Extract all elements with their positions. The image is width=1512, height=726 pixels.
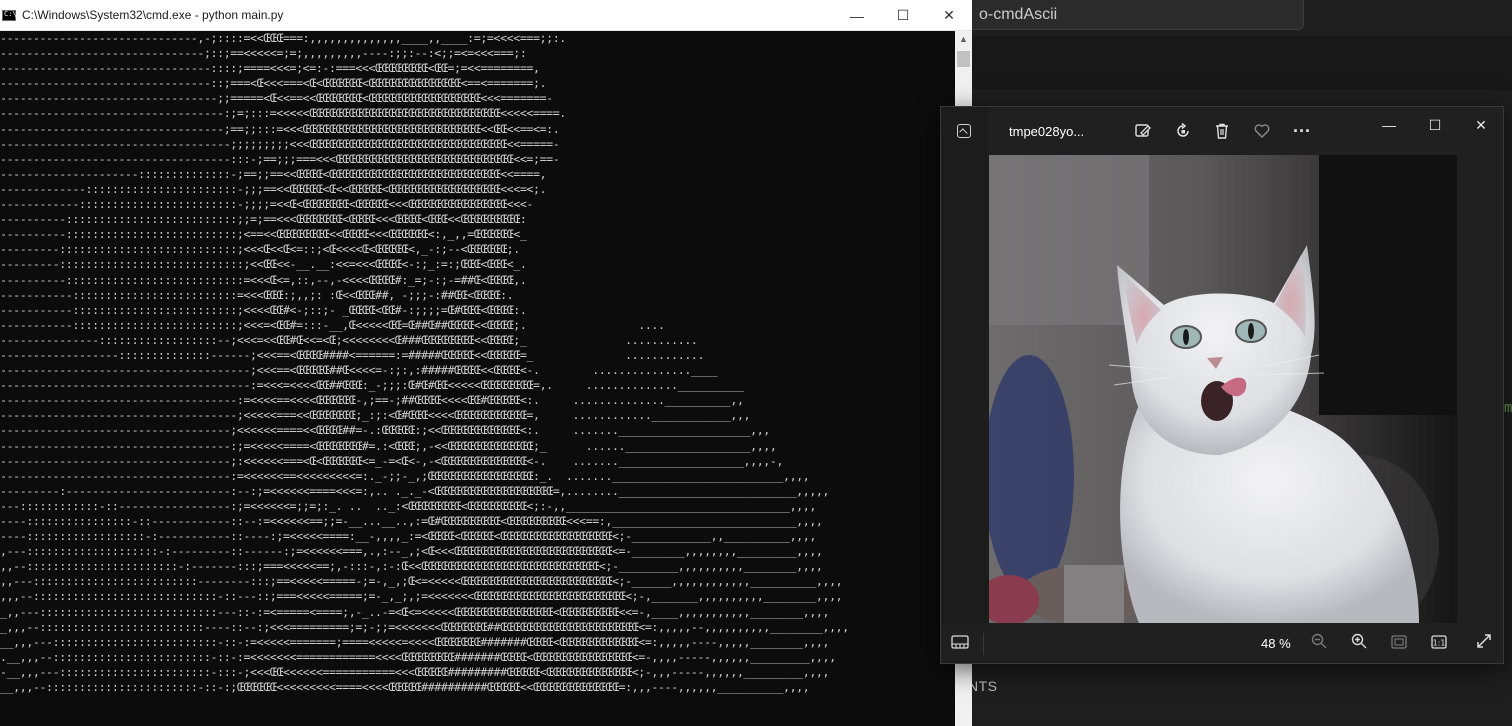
- panel-label: NTS: [968, 678, 998, 694]
- console-line: ---------------::::::::::::::::::--;<<<=…: [0, 332, 698, 347]
- toolbar-divider: [983, 633, 984, 655]
- console-line: ,,--:::::::::::::::::::::::-:-------:::;…: [0, 559, 823, 574]
- minimize-button[interactable]: —: [834, 0, 880, 31]
- cat-photo-illustration: [989, 155, 1457, 623]
- cmd-window-title: C:\Windows\System32\cmd.exe - python mai…: [22, 8, 284, 22]
- console-line: ----------------------------------:;=;::…: [0, 106, 566, 121]
- console-line: -------------:::::::::::::::::::::::-;;;…: [0, 181, 547, 196]
- favorite-heart-icon[interactable]: [1250, 119, 1274, 143]
- search-text: o-cmdAscii: [979, 6, 1058, 23]
- console-line: -----------------------------------:::-;…: [0, 151, 560, 166]
- console-line: -----------:::::::::::::::::::::::::;<<<…: [0, 302, 527, 317]
- console-line: -----------------------------------;<<<<…: [0, 423, 770, 438]
- console-line: ---------:-------------------------:--:;…: [0, 483, 830, 498]
- console-line: ----::::::::::::::::-::------------::--:…: [0, 514, 823, 528]
- console-line: __,,,--:::::::::::::::::::::::-::-:;ŒŒŒŒ…: [0, 680, 810, 695]
- console-line: _,,,--:::::::::::::::::::::::::----::--:…: [0, 619, 849, 634]
- photos-minimize-button[interactable]: —: [1366, 111, 1412, 139]
- console-line: -----------------------------------;;;;;…: [0, 136, 560, 151]
- delete-icon[interactable]: [1210, 119, 1234, 143]
- console-line: ------------------------------------:=<<…: [0, 393, 744, 408]
- close-button[interactable]: ✕: [926, 0, 972, 31]
- console-line: ---------------------------------;;=====…: [0, 91, 553, 106]
- console-line: ---------:::::::::::::::::::::::::::;<<<…: [0, 242, 520, 257]
- fit-to-window-icon[interactable]: [1388, 633, 1410, 655]
- console-line: -----------:::::::::::::::::::::::::;<<<…: [0, 317, 665, 332]
- rotate-icon[interactable]: [1171, 119, 1195, 143]
- filmstrip-icon[interactable]: [949, 633, 971, 655]
- image-filename: tmpe028yo...: [1009, 124, 1085, 139]
- console-line: ---------------------::::::::::::::-;==;…: [0, 166, 547, 181]
- console-line: ------------------::::::::::::::------;<…: [0, 347, 705, 362]
- console-line: ------------::::::::::::::::::::::::-;;;…: [0, 197, 533, 212]
- console-line: .__,,,--::::::::::::::::::::::::-::-:=<<…: [0, 649, 836, 664]
- cmd-titlebar[interactable]: C:\Windows\System32\cmd.exe - python mai…: [0, 0, 972, 31]
- cmd-app-icon: [2, 10, 17, 21]
- edit-image-icon[interactable]: [1131, 119, 1155, 143]
- photos-toolbar: tmpe028yo... ··· — ☐ ✕: [941, 107, 1503, 155]
- photos-viewer-window: tmpe028yo... ··· — ☐ ✕ 48 % 1:1: [940, 106, 1504, 664]
- zoom-out-icon[interactable]: [1308, 633, 1330, 655]
- full-screen-icon[interactable]: [1473, 633, 1495, 655]
- photos-sidebar: [941, 107, 989, 663]
- console-line: ----------------------------------;==;;:…: [0, 121, 560, 136]
- scrollbar-thumb[interactable]: [957, 51, 970, 67]
- console-line: ----::::::::::::::::::-:-----------::---…: [0, 529, 816, 544]
- photos-close-button[interactable]: ✕: [1458, 111, 1504, 139]
- editor-tab-bar: [972, 36, 1512, 90]
- console-line: ------------------------------,-;::::=<<…: [0, 31, 566, 45]
- console-line: ------------------------------------;<<<…: [0, 408, 751, 423]
- console-line: --------------------------------::;===<Œ…: [0, 76, 547, 91]
- console-line: ----------:::::::::::::::::::::::::::=<<…: [0, 272, 527, 287]
- console-line: --------------------------------------:=…: [0, 378, 744, 393]
- displayed-cat-photo[interactable]: [989, 155, 1457, 623]
- console-line: __,,,---:::::::::::::::::::::::::-::-:=<…: [0, 634, 830, 649]
- actual-size-icon[interactable]: 1:1: [1428, 633, 1450, 655]
- console-line: ----------::::::::::::::::::::::::::;;=;…: [0, 212, 527, 227]
- command-center-search[interactable]: o-cmdAscii: [948, 0, 1304, 30]
- console-line: ,,,--::::::::::::::::::::::::::::-::---:…: [0, 589, 843, 604]
- console-line: -----------------------------------;:<<<…: [0, 453, 784, 468]
- ascii-art-output: ------------------------------,-;::::=<<…: [0, 31, 955, 695]
- console-line: --------------------------------------;<…: [0, 363, 718, 378]
- more-options-icon[interactable]: ···: [1290, 119, 1314, 143]
- console-output[interactable]: ------------------------------,-;::::=<<…: [0, 31, 955, 726]
- console-line: ---::::::::::::-::-----------------:;=<<…: [0, 498, 816, 513]
- scroll-up-arrow-icon[interactable]: ▲: [955, 31, 972, 48]
- code-text-fragment: m: [1504, 400, 1512, 416]
- console-line: ,---::::::::::::::::::::-:---------::---…: [0, 544, 823, 559]
- console-line: ,,---:::::::::::::::::::::::::--------::…: [0, 574, 843, 589]
- photos-maximize-button[interactable]: ☐: [1412, 111, 1458, 139]
- console-line: ---------::::::::::::::::::::::::::::;<<…: [0, 257, 527, 272]
- cmd-window: C:\Windows\System32\cmd.exe - python mai…: [0, 0, 972, 726]
- console-line: ----------::::::::::::::::::::::::::;<==…: [0, 227, 527, 242]
- zoom-in-icon[interactable]: [1348, 633, 1370, 655]
- photos-bottom-bar: 48 % 1:1: [941, 625, 1503, 663]
- console-line: -----------------------------------:=<<<…: [0, 468, 810, 483]
- svg-text:1:1: 1:1: [1433, 639, 1446, 648]
- maximize-button[interactable]: ☐: [880, 0, 926, 31]
- console-line: -----------------------------------:;=<<…: [0, 438, 777, 453]
- console-line: -----------:::::::::::::::::::::::::=<<<…: [0, 287, 514, 302]
- console-line: -__,,,---:::::::::::::::::::::::-:::-;<<…: [0, 664, 830, 679]
- console-line: --------------------------------::::;===…: [0, 61, 540, 76]
- console-line: _,,---:::::::::::::::::::::::::::---::-:…: [0, 604, 830, 619]
- zoom-level: 48 %: [1261, 636, 1291, 651]
- console-line: -------------------------------;::;==<<<…: [0, 46, 527, 61]
